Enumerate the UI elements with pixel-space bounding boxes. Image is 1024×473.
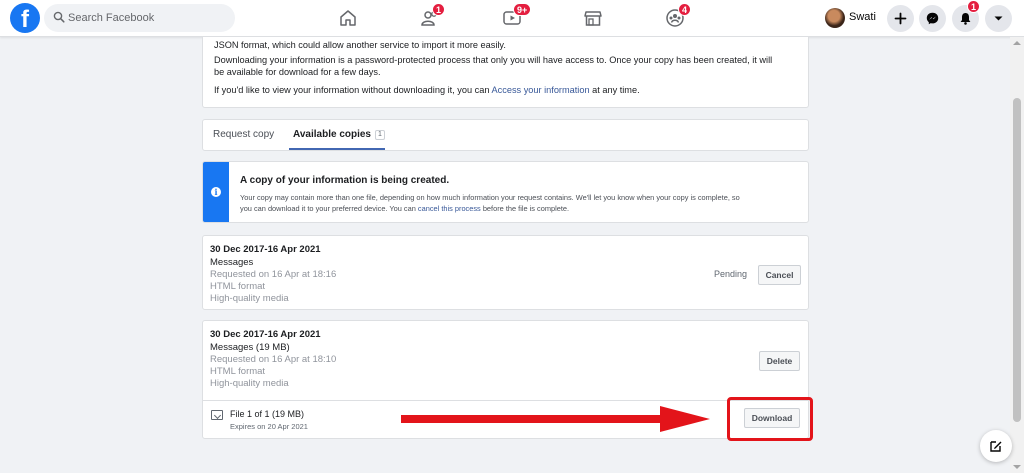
avatar bbox=[825, 8, 845, 28]
scroll-down-arrow-icon[interactable] bbox=[1013, 465, 1021, 469]
file-expiry: Expires on 20 Apr 2021 bbox=[230, 422, 308, 431]
access-your-information-link[interactable]: Access your information bbox=[492, 85, 590, 95]
caret-down-icon bbox=[994, 16, 1003, 21]
friends-badge: 1 bbox=[432, 3, 446, 16]
intro-line-1: JSON format, which could allow another s… bbox=[214, 40, 506, 50]
messenger-icon bbox=[926, 12, 939, 25]
nav-watch[interactable]: 9+ bbox=[492, 0, 532, 37]
groups-badge: 4 bbox=[678, 3, 692, 16]
notifications-badge: 1 bbox=[967, 0, 981, 13]
search-input[interactable] bbox=[68, 4, 228, 32]
file-title: File 1 of 1 (19 MB) bbox=[230, 409, 305, 419]
compose-icon bbox=[990, 441, 1002, 452]
top-nav: f 1 9+ 4 Swati 1 bbox=[0, 0, 1024, 37]
cancel-button[interactable]: Cancel bbox=[758, 265, 801, 285]
request-time: Requested on 16 Apr at 18:16 bbox=[210, 269, 337, 280]
cancel-process-link[interactable]: cancel this process bbox=[418, 204, 481, 213]
plus-icon bbox=[894, 12, 907, 25]
search-box[interactable] bbox=[44, 4, 235, 32]
request-time: Requested on 16 Apr at 18:10 bbox=[210, 354, 337, 365]
delete-button[interactable]: Delete bbox=[759, 351, 800, 371]
messenger-button[interactable] bbox=[919, 5, 946, 32]
intro-line-4: If you'd like to view your information w… bbox=[214, 85, 640, 95]
available-count-badge: 1 bbox=[375, 130, 385, 140]
scrollbar-thumb[interactable] bbox=[1013, 98, 1021, 422]
watch-badge: 9+ bbox=[513, 3, 532, 16]
nav-home[interactable] bbox=[328, 0, 368, 37]
request-pending: 30 Dec 2017-16 Apr 2021 Messages Request… bbox=[202, 235, 809, 310]
creation-notice: i A copy of your information is being cr… bbox=[202, 161, 809, 223]
notice-title: A copy of your information is being crea… bbox=[240, 175, 450, 186]
notice-body: Your copy may contain more than one file… bbox=[240, 193, 740, 213]
scrollbar[interactable] bbox=[1010, 37, 1024, 473]
download-file-icon bbox=[211, 410, 223, 420]
download-highlight-box bbox=[727, 397, 813, 441]
intro-card: JSON format, which could allow another s… bbox=[202, 37, 809, 108]
intro-line-3: be available for download for a few days… bbox=[214, 67, 381, 77]
search-icon bbox=[53, 11, 65, 23]
notice-stripe: i bbox=[203, 162, 229, 222]
tab-request-copy[interactable]: Request copy bbox=[213, 129, 274, 140]
request-format: HTML format bbox=[210, 281, 266, 292]
home-icon bbox=[340, 10, 356, 26]
profile-name: Swati bbox=[849, 11, 876, 23]
info-icon: i bbox=[211, 187, 221, 197]
request-type: Messages bbox=[210, 257, 254, 268]
annotation-arrow bbox=[401, 406, 710, 432]
facebook-logo[interactable]: f bbox=[10, 3, 40, 33]
profile-button[interactable]: Swati bbox=[821, 5, 879, 31]
tab-available-copies[interactable]: Available copies 1 bbox=[293, 129, 385, 140]
download-tabs: Request copy Available copies 1 bbox=[202, 119, 809, 151]
new-message-button[interactable] bbox=[980, 430, 1012, 462]
active-tab-indicator bbox=[289, 148, 385, 150]
request-date-range: 30 Dec 2017-16 Apr 2021 bbox=[210, 329, 321, 340]
request-type: Messages (19 MB) bbox=[210, 342, 290, 353]
marketplace-icon bbox=[584, 11, 602, 26]
notifications-button[interactable]: 1 bbox=[952, 0, 981, 32]
status-badge: Pending bbox=[714, 269, 748, 279]
request-date-range: 30 Dec 2017-16 Apr 2021 bbox=[210, 244, 321, 255]
request-format: HTML format bbox=[210, 366, 266, 377]
request-quality: High-quality media bbox=[210, 293, 289, 304]
scroll-up-arrow-icon[interactable] bbox=[1013, 41, 1021, 45]
request-quality: High-quality media bbox=[210, 378, 289, 389]
nav-friends[interactable]: 1 bbox=[410, 0, 450, 37]
intro-line-2: Downloading your information is a passwo… bbox=[214, 55, 773, 65]
nav-marketplace[interactable] bbox=[573, 0, 613, 37]
nav-groups[interactable]: 4 bbox=[655, 0, 695, 37]
account-menu-button[interactable] bbox=[985, 5, 1012, 32]
create-button[interactable] bbox=[887, 5, 914, 32]
bell-icon bbox=[960, 13, 971, 25]
